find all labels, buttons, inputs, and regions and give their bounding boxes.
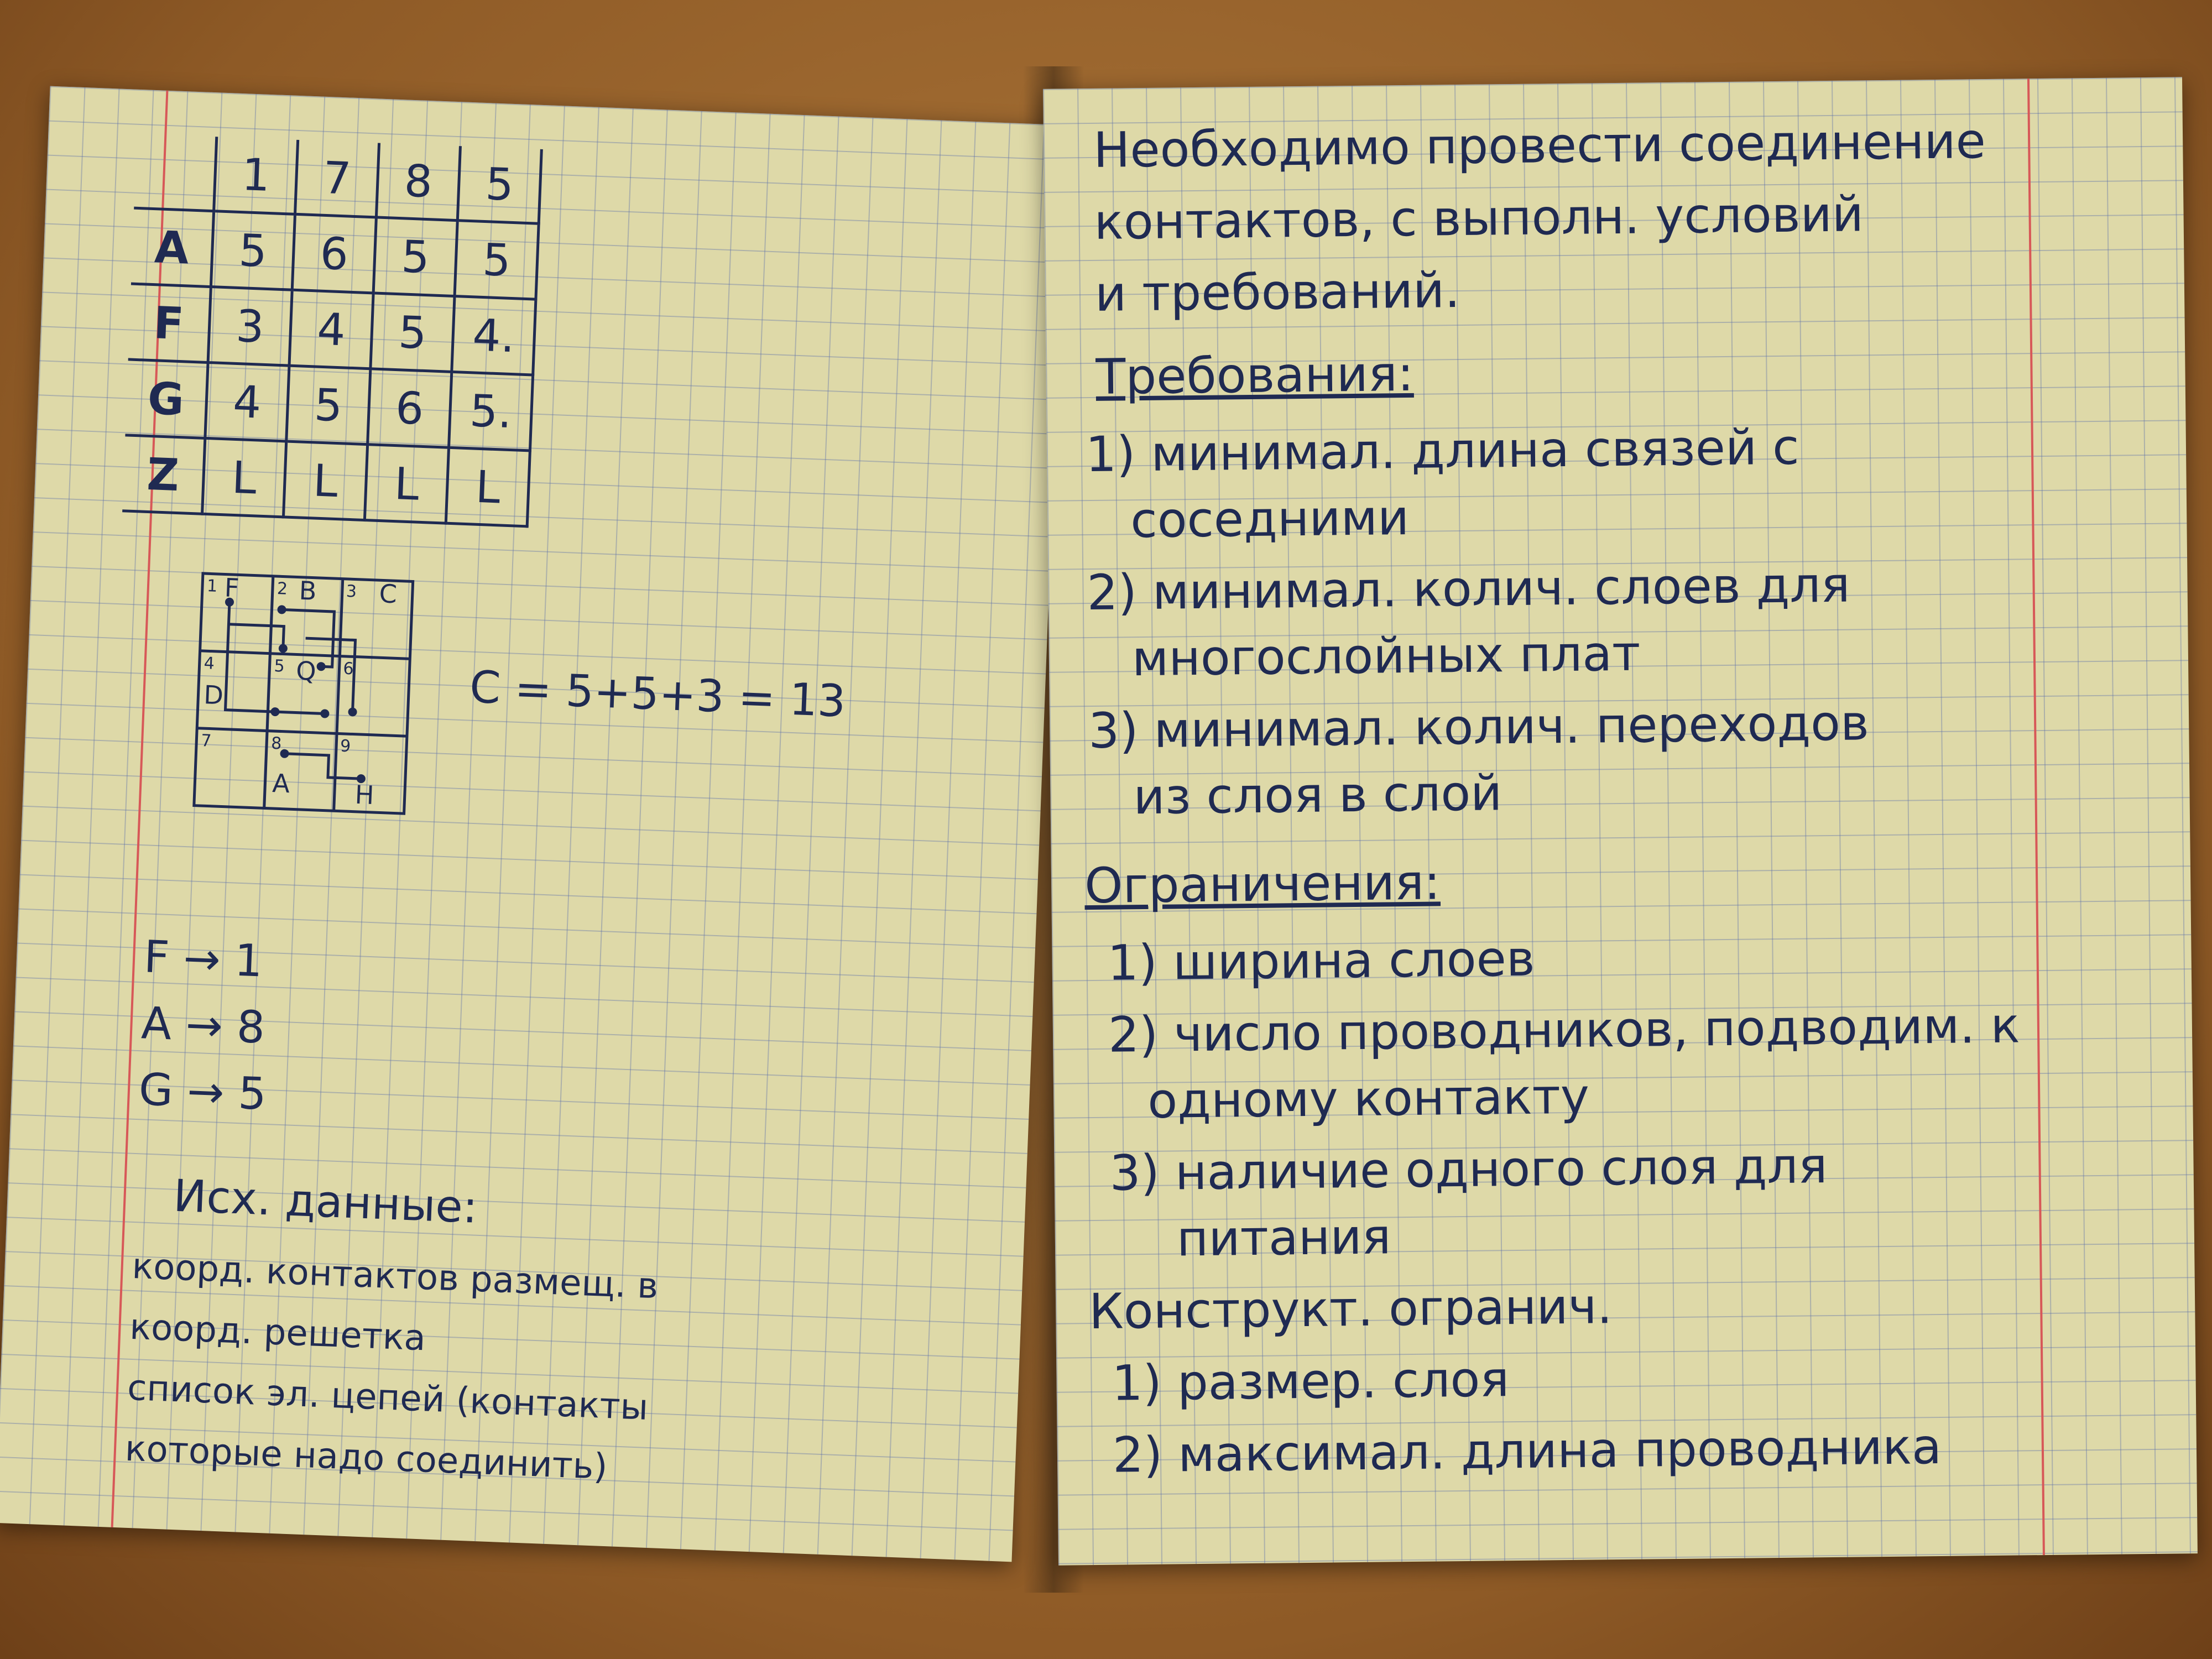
board-letter-q: Q <box>295 656 316 686</box>
board-cell-number: 9 <box>340 737 351 757</box>
matrix-col-header: 8 <box>376 143 461 221</box>
matrix-cell: 3 <box>208 286 293 366</box>
requirements-heading: Требования: <box>1095 345 1415 405</box>
constraint-line: 2) число проводников, подводим. к <box>1108 997 2021 1063</box>
assignment-line: G → 5 <box>138 1063 268 1120</box>
board-cell-number: 8 <box>271 734 282 754</box>
constructive-line: 2) максимал. длина проводника <box>1112 1417 1942 1484</box>
matrix-cell: 5 <box>373 217 458 296</box>
matrix-col-header: 1 <box>213 137 298 215</box>
requirement-line: из слоя в слой <box>1133 764 1503 826</box>
constraint-line: питания <box>1176 1208 1391 1267</box>
matrix-col-header: 5 <box>457 146 542 224</box>
assignment-line: A → 8 <box>140 997 266 1053</box>
cost-formula: C = 5+5+3 = 13 <box>468 661 847 727</box>
left-notebook-page: 1 7 8 5 A 5 6 5 5 F 3 4 5 4. G 4 5 6 5. … <box>0 86 1067 1562</box>
matrix-cell: 6 <box>292 214 377 293</box>
source-data-line: коорд. решетка <box>129 1306 427 1359</box>
matrix-cell: 5 <box>370 293 455 372</box>
matrix-row-label: G <box>125 359 208 439</box>
board-cell-number: 6 <box>343 659 354 679</box>
matrix-corner <box>134 133 217 211</box>
matrix-cell: 4 <box>205 362 289 442</box>
matrix-cell: L <box>446 447 530 526</box>
matrix-cell: L <box>283 441 368 520</box>
requirement-line: 2) минимал. колич. слоев для <box>1087 556 1851 622</box>
matrix-cell: 5. <box>448 372 533 451</box>
routing-board-sketch: 1 2 3 4 5 6 7 8 9 F B C Q D A H <box>192 572 415 815</box>
matrix-row-label: A <box>131 208 214 287</box>
matrix-cell: 4 <box>289 290 374 369</box>
requirement-line: 1) минимал. длина связей с <box>1085 418 1799 483</box>
assignment-line: F → 1 <box>143 931 264 987</box>
matrix-cell: 5 <box>455 220 539 300</box>
board-cell-number: 7 <box>201 731 212 751</box>
matrix-row-label: Z <box>122 435 205 514</box>
constraint-line: 3) наличие одного слоя для <box>1109 1137 1828 1202</box>
board-letter-d: D <box>204 680 224 710</box>
matrix-cell: 6 <box>367 368 452 448</box>
intro-line: и требований. <box>1094 261 1460 322</box>
constructive-line: 1) размер. слоя <box>1112 1350 1510 1412</box>
requirement-line: 3) минимал. колич. переходов <box>1088 694 1870 760</box>
intro-line: Необходимо провести соединение <box>1093 112 1986 179</box>
board-letter-c: C <box>379 578 398 609</box>
source-data-line: список эл. цепей (контакты <box>126 1367 649 1428</box>
board-letter-h: H <box>354 780 375 810</box>
board-cell-number: 4 <box>204 654 215 674</box>
matrix-cell: 4. <box>451 296 536 375</box>
board-letter-f: F <box>224 572 240 603</box>
constructive-heading: Конструкт. огранич. <box>1088 1277 1613 1340</box>
constraints-heading: Ограничения: <box>1084 853 1441 915</box>
board-cell-number: 2 <box>276 579 288 599</box>
matrix-cell: 5 <box>286 366 371 445</box>
matrix-cell: L <box>364 444 449 524</box>
board-letter-b: B <box>299 576 317 606</box>
matrix-cell: 5 <box>211 211 295 290</box>
red-margin-line <box>2027 79 2045 1556</box>
source-data-line: коорд. контактов размещ. в <box>131 1245 659 1307</box>
right-notebook-page: Необходимо провести соединение контактов… <box>1043 77 2198 1566</box>
source-data-line: которые надо соединить) <box>124 1428 608 1488</box>
intro-line: контактов, с выполн. условий <box>1094 185 1864 251</box>
matrix-cell: L <box>202 438 286 517</box>
board-cell-number: 1 <box>206 576 217 596</box>
constraint-line: одному контакту <box>1147 1067 1590 1129</box>
constraint-line: 1) ширина слоев <box>1107 930 1536 992</box>
matrix-row-label: F <box>128 284 211 363</box>
distance-matrix: 1 7 8 5 A 5 6 5 5 F 3 4 5 4. G 4 5 6 5. … <box>122 133 543 528</box>
board-letter-a: A <box>272 768 290 799</box>
source-data-heading: Исх. данные: <box>172 1170 479 1233</box>
requirement-line: многослойных плат <box>1131 624 1641 687</box>
board-cell-number: 5 <box>274 656 285 676</box>
matrix-col-header: 7 <box>295 139 379 217</box>
board-cell-number: 3 <box>346 582 357 602</box>
requirement-line: соседними <box>1130 488 1410 549</box>
